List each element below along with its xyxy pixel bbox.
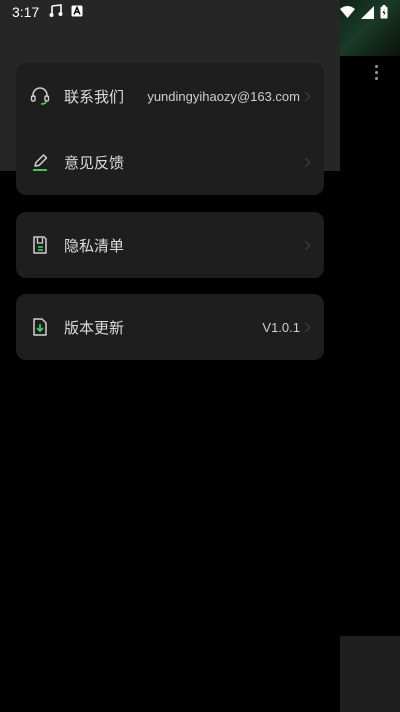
version-number: V1.0.1 xyxy=(262,319,300,335)
download-file-icon xyxy=(30,317,50,337)
headset-icon xyxy=(30,86,50,106)
screen: 3:17 联系我们 yundingyihaozy@163.com 意见反馈 隐私… xyxy=(0,0,400,712)
feedback-label: 意见反馈 xyxy=(64,153,125,172)
wifi-icon xyxy=(340,4,355,23)
battery-icon xyxy=(380,4,388,23)
version-update-label: 版本更新 xyxy=(64,318,125,337)
privacy-card: 隐私清单 xyxy=(16,212,324,278)
chevron-right-icon xyxy=(303,156,311,168)
background-panel xyxy=(340,636,400,712)
privacy-list-label: 隐私清单 xyxy=(64,236,125,255)
chevron-right-icon xyxy=(303,321,311,333)
feedback-row[interactable]: 意见反馈 xyxy=(16,129,324,195)
contact-us-row[interactable]: 联系我们 yundingyihaozy@163.com xyxy=(16,63,324,129)
status-time: 3:17 xyxy=(12,4,40,20)
contact-email: yundingyihaozy@163.com xyxy=(147,88,300,104)
chevron-right-icon xyxy=(303,90,311,102)
music-note-icon xyxy=(49,3,63,21)
status-bar: 3:17 xyxy=(0,0,400,24)
version-update-row[interactable]: 版本更新 V1.0.1 xyxy=(16,294,324,360)
status-indicators xyxy=(340,4,388,23)
more-options-icon[interactable] xyxy=(368,60,384,84)
app-a-icon xyxy=(71,5,83,20)
version-card: 版本更新 V1.0.1 xyxy=(16,294,324,360)
privacy-list-row[interactable]: 隐私清单 xyxy=(16,212,324,278)
signal-icon xyxy=(361,4,374,23)
document-list-icon xyxy=(30,235,50,255)
contact-us-label: 联系我们 xyxy=(64,87,125,106)
chevron-right-icon xyxy=(303,239,311,251)
pencil-icon xyxy=(30,152,50,172)
contact-feedback-card: 联系我们 yundingyihaozy@163.com 意见反馈 xyxy=(16,63,324,195)
